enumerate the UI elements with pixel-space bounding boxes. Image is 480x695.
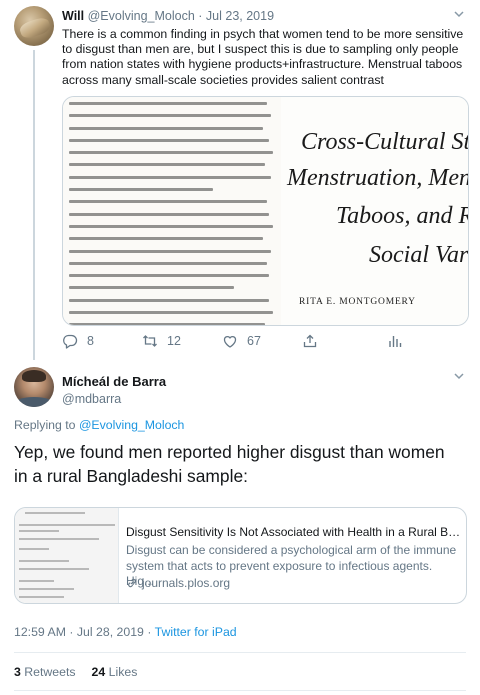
scanned-text-line [69, 286, 275, 295]
scanned-text-line [69, 151, 275, 160]
thumbnail-table-line [25, 512, 85, 514]
thumbnail-table-line [19, 530, 59, 532]
like-button[interactable]: 67 [222, 333, 261, 349]
scanned-text-line [69, 274, 275, 283]
tweet-source[interactable]: Twitter for iPad [155, 625, 237, 639]
scanned-text-line [69, 212, 275, 222]
tweet-text: Yep, we found men reported higher disgus… [14, 442, 445, 486]
tweet-image[interactable]: Cross-Cultural Stud Menstruation, Menst … [62, 96, 469, 326]
tweet-meta: 12:59 AM · Jul 28, 2019 · Twitter for iP… [14, 625, 237, 639]
tweet-actions: 8 12 67 [62, 333, 442, 351]
parent-tweet[interactable]: Will @Evolving_Moloch · Jul 23, 2019 The… [0, 0, 480, 360]
scanned-text-line [69, 163, 275, 172]
replying-to-prefix: Replying to [14, 418, 76, 432]
author-handle[interactable]: @mdbarra [62, 392, 121, 406]
likes-label: Likes [108, 665, 138, 679]
replying-to-link[interactable]: @Evolving_Moloch [79, 418, 184, 432]
scanned-text-column [63, 97, 281, 325]
thumbnail-table-line [19, 548, 49, 550]
scanned-text-line [69, 200, 275, 209]
author-handle[interactable]: @Evolving_Moloch [88, 9, 195, 23]
scanned-text-line [69, 114, 275, 123]
scanned-text-line [69, 249, 275, 259]
likes-count: 24 [91, 665, 106, 679]
tweet-stats: 3 Retweets 24 Likes [14, 665, 137, 679]
scanned-text-line [69, 102, 275, 111]
retweet-icon [143, 335, 157, 347]
separator: · [147, 625, 152, 639]
tweet-time[interactable]: 12:59 AM · Jul 28, 2019 [14, 625, 144, 639]
retweet-count: 12 [167, 334, 181, 348]
retweets-count: 3 [14, 665, 21, 679]
like-count: 67 [247, 334, 261, 348]
card-domain-text: journals.plos.org [142, 576, 231, 590]
card-domain: journals.plos.org [126, 576, 230, 590]
reply-button[interactable]: 8 [62, 333, 94, 349]
article-title-line: Social Varia [369, 242, 468, 268]
retweet-button[interactable]: 12 [142, 333, 181, 349]
heart-icon [223, 336, 237, 348]
chevron-down-icon[interactable] [452, 8, 466, 22]
chevron-down-icon[interactable] [452, 370, 466, 384]
scanned-text-line [69, 311, 275, 320]
retweets-stat[interactable]: 3 Retweets [14, 665, 76, 679]
link-icon [128, 578, 136, 588]
article-title-line: Cross-Cultural Stud [301, 129, 468, 155]
avatar[interactable] [14, 367, 54, 407]
scanned-text-line [69, 188, 275, 197]
reply-count: 8 [87, 334, 94, 348]
thread-connector [33, 50, 35, 360]
separator: · [198, 9, 203, 23]
scanned-text-line [69, 126, 275, 136]
thumbnail-table-line [19, 524, 115, 526]
scanned-text-line [69, 237, 275, 246]
analytics-button[interactable] [387, 333, 403, 349]
tweet-text: There is a common finding in psych that … [62, 27, 464, 87]
share-icon [303, 334, 317, 348]
divider [14, 690, 466, 691]
article-title-line: Menstruation, Menst [287, 165, 468, 191]
author-name[interactable]: Will [62, 9, 84, 23]
avatar[interactable] [14, 6, 54, 46]
scanned-text-line [69, 298, 275, 308]
scanned-text-line [69, 138, 275, 148]
tweet-date[interactable]: Jul 23, 2019 [206, 9, 274, 23]
parent-tweet-header: Will @Evolving_Moloch · Jul 23, 2019 [62, 9, 274, 23]
link-card[interactable]: Disgust Sensitivity Is Not Associated wi… [14, 507, 467, 604]
reply-icon [63, 334, 78, 349]
retweets-label: Retweets [24, 665, 76, 679]
card-title: Disgust Sensitivity Is Not Associated wi… [126, 525, 461, 539]
author-name[interactable]: Mícheál de Barra [62, 374, 166, 389]
likes-stat[interactable]: 24 Likes [92, 665, 138, 679]
replying-to: Replying to @Evolving_Moloch [14, 418, 184, 432]
thumbnail-table-line [19, 580, 54, 582]
scanned-text-line [69, 261, 275, 271]
thumbnail-table-line [19, 538, 99, 540]
scanned-text-line [69, 323, 275, 325]
share-button[interactable] [302, 333, 318, 349]
thumbnail-table-line [19, 568, 89, 570]
scanned-text-line [69, 175, 275, 185]
card-thumbnail [15, 508, 119, 603]
scanned-text-line [69, 224, 275, 234]
article-title-line: Taboos, and Rel [336, 203, 468, 229]
analytics-icon [389, 336, 402, 347]
scanned-article-title: Cross-Cultural Stud Menstruation, Menst … [281, 97, 468, 325]
thumbnail-table-line [19, 560, 69, 562]
divider [14, 652, 466, 653]
thumbnail-table-line [19, 596, 64, 598]
article-author: RITA E. MONTGOMERY [299, 297, 416, 307]
thumbnail-table-line [19, 588, 74, 590]
